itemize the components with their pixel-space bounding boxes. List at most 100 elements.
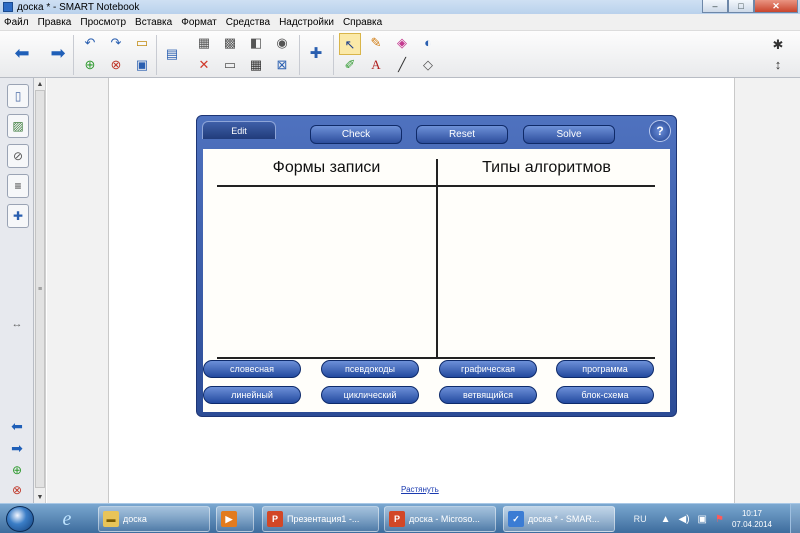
task-button-media-player[interactable]: ▶	[216, 506, 254, 532]
menu-tools[interactable]: Средства	[226, 17, 270, 28]
magic-pen-icon[interactable]: ◇	[418, 55, 438, 73]
column-heading-forms: Формы записи	[272, 159, 381, 176]
close-button[interactable]: ✕	[754, 0, 798, 13]
scroll-down-icon[interactable]: ▼	[34, 491, 46, 503]
close-window-icon[interactable]: ▭	[220, 55, 240, 73]
add-page-icon[interactable]: ⊕	[6, 462, 28, 478]
main-toolbar: ⬅ ➡ ↶ ↷ ▭ ⊕ ⊗ ▣ ▤ ▦ ▩ ◧ ◉ ✕ ▭ ▦ ⊠ ✚ ↖ ✎ …	[0, 31, 800, 78]
answer-chip[interactable]: линейный	[203, 386, 301, 404]
toolbar-divider	[333, 35, 334, 75]
help-button[interactable]: ?	[649, 120, 671, 142]
folder-icon: ▬	[103, 511, 119, 527]
task-button-doska-ppt[interactable]: P доска - Microso...	[384, 506, 496, 532]
canvas-margin-left	[47, 78, 109, 503]
answer-chip[interactable]: псевдокоды	[321, 360, 419, 378]
title-bar: доска * - SMART Notebook – □ ✕	[0, 0, 800, 14]
open-icon[interactable]: ▭	[132, 33, 152, 51]
properties-icon[interactable]: ≡	[7, 174, 29, 198]
task-label: доска	[123, 514, 147, 524]
taskbar: e ▬ доска ▶ P Презентация1 -... P доска …	[0, 503, 800, 533]
document-camera-icon[interactable]: ◉	[272, 33, 292, 51]
answer-chip[interactable]: блок-схема	[556, 386, 654, 404]
solve-button[interactable]: Solve	[523, 125, 615, 144]
menu-help[interactable]: Справка	[343, 17, 382, 28]
maximize-button[interactable]: □	[728, 0, 754, 13]
edit-button[interactable]: Edit	[202, 121, 276, 139]
line-icon[interactable]: ╱	[392, 55, 412, 73]
back-icon[interactable]: ⬅	[12, 44, 32, 62]
redo-icon[interactable]: ↷	[106, 33, 126, 51]
side-tab-bar: ▯ ▨ ⊘ ≡ ✚ ↔ ⬅ ➡ ⊕ ⊗	[0, 78, 34, 503]
network-icon[interactable]: ▣	[698, 514, 707, 525]
action-center-icon[interactable]: ⚑	[715, 514, 724, 525]
app-icon	[3, 2, 13, 12]
toolbar-divider	[299, 35, 300, 75]
task-label: Презентация1 -...	[287, 514, 360, 524]
menu-file[interactable]: Файл	[4, 17, 29, 28]
start-button[interactable]	[6, 506, 34, 532]
menu-bar: Файл Правка Просмотр Вставка Формат Сред…	[0, 14, 800, 31]
creative-pen-icon[interactable]: ✐	[340, 55, 360, 73]
paste-icon[interactable]: ▦	[194, 33, 214, 51]
menu-format[interactable]: Формат	[181, 17, 217, 28]
powerpoint-icon: P	[389, 511, 405, 527]
vertical-scrollbar[interactable]: ▲ ≡ ▼	[34, 78, 46, 503]
undo-icon[interactable]: ↶	[80, 33, 100, 51]
show-hide-icon[interactable]: ◧	[246, 33, 266, 51]
settings-icon[interactable]: ✱	[768, 35, 788, 53]
answer-chip[interactable]: программа	[556, 360, 654, 378]
attachments-icon[interactable]: ⊘	[7, 144, 29, 168]
toolbar-divider	[156, 35, 157, 75]
answer-chip[interactable]: ветвящийся	[439, 386, 537, 404]
answer-chip[interactable]: словесная	[203, 360, 301, 378]
eraser-icon[interactable]: ◈	[392, 33, 412, 51]
task-button-smart-notebook[interactable]: ✓ доска * - SMAR...	[503, 506, 615, 532]
stretch-link[interactable]: Растянуть	[401, 485, 439, 494]
forward-icon[interactable]: ➡	[48, 44, 68, 62]
forward-arrow-icon[interactable]: ➡	[6, 440, 28, 456]
delete-icon[interactable]: ✕	[194, 55, 214, 73]
gallery-icon[interactable]: ▨	[7, 114, 29, 138]
add-page-icon[interactable]: ⊕	[80, 55, 100, 73]
menu-insert[interactable]: Вставка	[135, 17, 172, 28]
addons-icon[interactable]: ✚	[7, 204, 29, 228]
close-window-icon[interactable]: ⊠	[272, 55, 292, 73]
scroll-thumb[interactable]: ≡	[35, 90, 45, 488]
menu-edit[interactable]: Правка	[38, 17, 72, 28]
resize-handle-icon[interactable]: ↔	[6, 316, 28, 332]
answer-chip[interactable]: графическая	[439, 360, 537, 378]
minimize-button[interactable]: –	[702, 0, 728, 13]
delete-page-icon[interactable]: ⊗	[6, 482, 28, 498]
sorting-board: Формы записи Типы алгоритмов словесная п…	[203, 149, 670, 412]
show-desktop-button[interactable]	[790, 504, 800, 533]
task-button-folder[interactable]: ▬ доска	[98, 506, 210, 532]
text-icon[interactable]: A	[366, 55, 386, 73]
clock-time: 10:17	[741, 509, 762, 518]
clock[interactable]: 10:17 07.04.2014	[732, 508, 772, 530]
table-icon[interactable]: ▦	[246, 55, 266, 73]
reset-button[interactable]: Reset	[416, 125, 508, 144]
task-label: доска - Microso...	[409, 514, 480, 524]
pen-icon[interactable]: ✎	[366, 33, 386, 51]
move-toolbar-icon[interactable]: ↕	[768, 55, 788, 73]
volume-icon[interactable]: ◀)	[679, 514, 690, 525]
show-hidden-icons-icon[interactable]: ▲	[661, 514, 671, 525]
task-button-presentation1[interactable]: P Презентация1 -...	[262, 506, 379, 532]
powerpoint-icon: P	[267, 511, 283, 527]
screen-shade-icon[interactable]: ▤	[162, 44, 182, 62]
answer-chip[interactable]: циклический	[321, 386, 419, 404]
insert-icon[interactable]: ✚	[306, 44, 326, 62]
back-arrow-icon[interactable]: ⬅	[6, 418, 28, 434]
language-indicator[interactable]: RU	[634, 514, 647, 524]
check-button[interactable]: Check	[310, 125, 402, 144]
page-sorter-icon[interactable]: ▯	[7, 84, 29, 108]
save-icon[interactable]: ▣	[132, 55, 152, 73]
screen-capture-icon[interactable]: ▩	[220, 33, 240, 51]
menu-addons[interactable]: Надстройки	[279, 17, 334, 28]
scroll-up-icon[interactable]: ▲	[34, 78, 46, 90]
internet-explorer-icon[interactable]: e	[48, 507, 86, 531]
select-icon[interactable]: ↖	[340, 35, 360, 53]
delete-page-icon[interactable]: ⊗	[106, 55, 126, 73]
menu-view[interactable]: Просмотр	[80, 17, 126, 28]
fill-icon[interactable]: ◐	[418, 33, 438, 51]
